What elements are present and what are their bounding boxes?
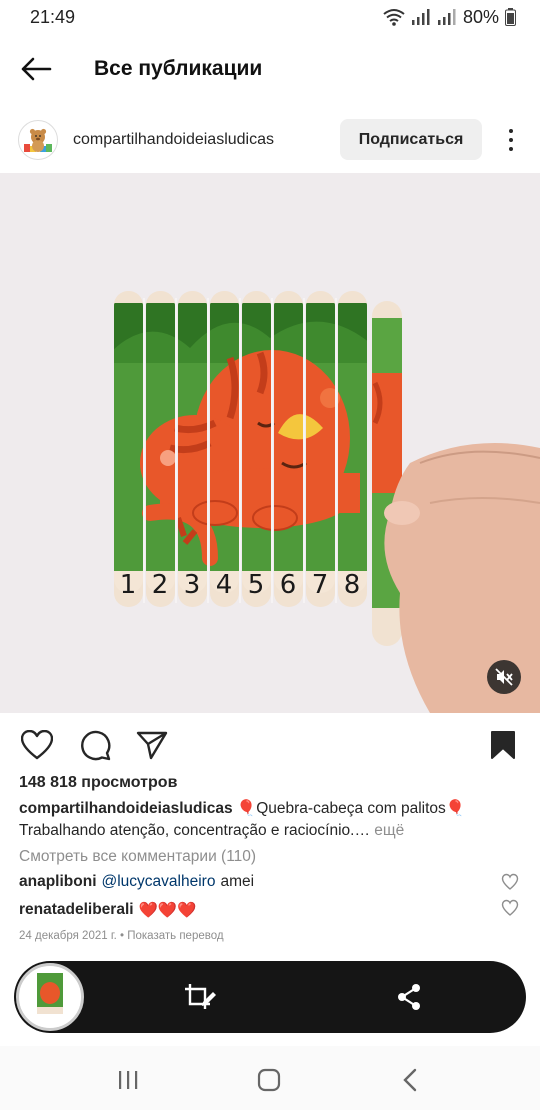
- comment-text: amei: [220, 873, 255, 890]
- views-count: 148 818 просмотров: [19, 774, 178, 791]
- crop-edit-button[interactable]: [182, 979, 218, 1015]
- comment-like-heart-icon[interactable]: [501, 873, 519, 891]
- home-button[interactable]: [249, 1062, 289, 1098]
- stick-number-label: 6: [280, 570, 297, 600]
- home-icon: [257, 1068, 281, 1092]
- comment-item: anapliboni @lucycavalheiro amei: [19, 873, 539, 891]
- comment-text: ❤️❤️❤️: [138, 902, 197, 919]
- stick-number-label: 7: [312, 570, 329, 600]
- stick-number-label: 8: [344, 570, 361, 600]
- view-all-comments-link[interactable]: Смотреть все комментарии (110): [19, 848, 256, 866]
- status-icons: 80%: [383, 7, 516, 28]
- caption-more-link[interactable]: ещё: [374, 822, 404, 839]
- battery-percent: 80%: [462, 6, 499, 27]
- system-back-button[interactable]: [390, 1062, 430, 1098]
- post-header: compartilhandoideiasludicas Подписаться: [0, 114, 540, 166]
- post-actions: [0, 723, 540, 767]
- bookmark-icon: [491, 731, 515, 759]
- wifi-icon: [383, 9, 405, 26]
- more-dot-icon: [509, 138, 513, 142]
- crop-edit-icon: [185, 984, 216, 1009]
- comment-item: renatadeliberali ❤️❤️❤️: [19, 901, 539, 920]
- share-screenshot-button[interactable]: [391, 979, 427, 1015]
- screenshot-thumbnail[interactable]: [16, 963, 84, 1031]
- recent-apps-icon: [119, 1071, 138, 1089]
- thumbnail-image: [20, 967, 80, 1027]
- post-caption: compartilhandoideiasludicas 🎈Quebra-cabe…: [19, 798, 524, 842]
- battery-icon: [505, 8, 516, 26]
- share-nodes-icon: [398, 984, 420, 1010]
- stick-number-label: 3: [184, 570, 201, 600]
- stick-number-label: 1: [120, 570, 137, 600]
- translate-link[interactable]: Показать перевод: [127, 930, 223, 942]
- subscribe-button[interactable]: Подписаться: [340, 119, 482, 160]
- save-button[interactable]: [485, 727, 521, 763]
- bear-logo-icon: [21, 123, 55, 157]
- puzzle-sticks-image: 123456789: [0, 173, 540, 713]
- share-button[interactable]: [134, 727, 170, 763]
- like-button[interactable]: [19, 727, 55, 763]
- comment-author[interactable]: anapliboni: [19, 873, 97, 891]
- date-separator: •: [116, 930, 128, 942]
- author-avatar[interactable]: [18, 120, 58, 160]
- status-time: 21:49: [30, 6, 76, 27]
- comment-like-heart-icon[interactable]: [501, 899, 519, 917]
- signal-icon: [411, 9, 430, 25]
- page-title: Все публикации: [94, 57, 263, 80]
- back-button[interactable]: [16, 49, 56, 89]
- post-date-line: 24 декабря 2021 г. • Показать перевод: [19, 930, 224, 942]
- recent-apps-button[interactable]: [108, 1062, 148, 1098]
- post-video[interactable]: 123456789: [0, 173, 540, 713]
- comment-author[interactable]: renatadeliberali: [19, 901, 134, 920]
- comment-icon: [81, 730, 111, 761]
- stick-number-label: 4: [216, 570, 233, 600]
- arrow-left-icon: [21, 57, 52, 81]
- screenshot-share-bar: [14, 961, 526, 1033]
- caption-author[interactable]: compartilhandoideiasludicas: [19, 800, 233, 817]
- more-dot-icon: [509, 147, 513, 151]
- heart-icon: [21, 730, 53, 760]
- post-author-name[interactable]: compartilhandoideiasludicas: [73, 131, 274, 149]
- status-bar: 21:49 80%: [0, 0, 540, 34]
- app-header: Все публикации: [0, 44, 540, 94]
- system-nav-bar: [0, 1046, 540, 1110]
- speaker-muted-icon: [495, 668, 513, 686]
- post-date: 24 декабря 2021 г.: [19, 930, 117, 942]
- comment-mention[interactable]: @lucycavalheiro: [102, 873, 216, 891]
- signal-icon-2: [437, 9, 456, 25]
- stick-number-label: 2: [152, 570, 169, 600]
- comment-button[interactable]: [77, 727, 113, 763]
- more-dot-icon: [509, 129, 513, 133]
- more-options-button[interactable]: [500, 124, 522, 156]
- send-icon: [136, 731, 168, 760]
- stick-number-label: 5: [248, 570, 265, 600]
- mute-toggle-button[interactable]: [487, 660, 521, 694]
- chevron-left-icon: [403, 1068, 417, 1092]
